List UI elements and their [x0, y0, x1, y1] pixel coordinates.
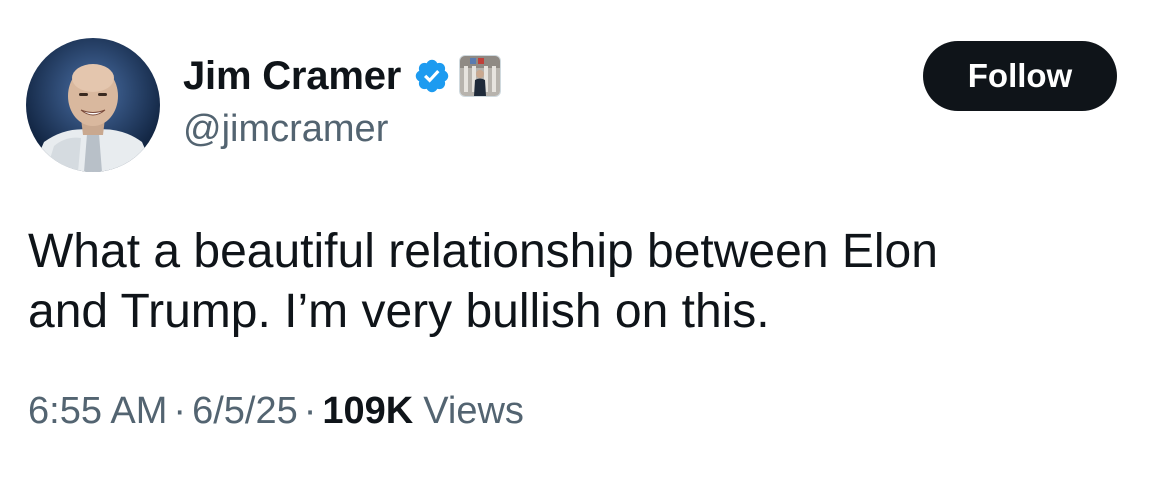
avatar-photo [26, 38, 160, 172]
tweet-text: What a beautiful relationship between El… [28, 225, 938, 338]
author-display-name[interactable]: Jim Cramer [183, 54, 401, 99]
meta-separator: · [303, 390, 317, 432]
tweet-card: Jim Cramer @jimcramer Follow What a beau… [0, 0, 1170, 477]
author-name-row: Jim Cramer [183, 48, 502, 104]
follow-button[interactable]: Follow [923, 41, 1117, 111]
nyse-badge-icon[interactable] [459, 55, 502, 97]
avatar[interactable] [26, 38, 160, 172]
meta-separator: · [173, 390, 187, 432]
views-count[interactable]: 109K [322, 390, 413, 433]
author-handle[interactable]: @jimcramer [183, 108, 388, 151]
verified-badge-icon [413, 57, 451, 95]
views-label: Views [423, 390, 524, 432]
tweet-date[interactable]: 6/5/25 [192, 390, 298, 433]
tweet-meta: 6:55 AM · 6/5/25 · 109K Views [28, 390, 524, 433]
tweet-time[interactable]: 6:55 AM [28, 390, 167, 433]
